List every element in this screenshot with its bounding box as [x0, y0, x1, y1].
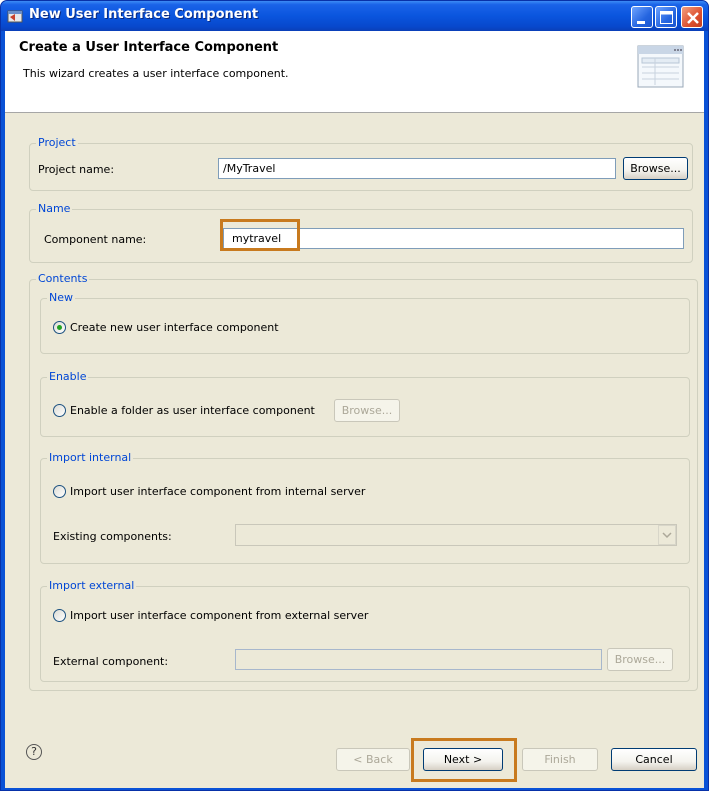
import-internal-label[interactable]: Import user interface component from int… — [70, 485, 365, 498]
cancel-button[interactable]: Cancel — [611, 748, 697, 771]
component-name-label: Component name: — [44, 233, 147, 246]
name-group: Name Component name: mytravel — [29, 202, 693, 263]
minimize-icon — [637, 21, 645, 24]
project-group: Project Project name: /MyTravel Browse..… — [29, 136, 693, 191]
project-name-field[interactable]: /MyTravel — [218, 158, 616, 179]
wizard-footer: ? < Back Next > Finish Cancel — [5, 724, 704, 788]
import-external-radio[interactable] — [53, 609, 66, 622]
title-bar[interactable]: New User Interface Component — [1, 1, 708, 31]
create-new-label[interactable]: Create new user interface component — [70, 321, 279, 334]
import-external-label[interactable]: Import user interface component from ext… — [70, 609, 368, 622]
external-component-field[interactable] — [235, 649, 602, 670]
window-title: New User Interface Component — [29, 7, 259, 22]
wizard-form: Project Project name: /MyTravel Browse..… — [5, 114, 704, 724]
import-external-legend: Import external — [47, 579, 137, 593]
external-browse-button[interactable]: Browse... — [607, 648, 673, 671]
maximize-button[interactable] — [655, 6, 677, 28]
import-internal-group: Import internal Import user interface co… — [40, 451, 690, 564]
wizard-banner: Create a User Interface Component This w… — [5, 31, 704, 113]
enable-group: Enable Enable a folder as user interface… — [40, 370, 690, 437]
wizard-window: New User Interface Component Create a Us… — [0, 0, 709, 791]
import-internal-legend: Import internal — [47, 451, 134, 465]
ui-component-wizard-icon — [637, 45, 684, 88]
import-internal-radio[interactable] — [53, 485, 66, 498]
banner-description: This wizard creates a user interface com… — [23, 67, 289, 80]
enable-browse-button[interactable]: Browse... — [334, 399, 400, 422]
existing-components-select[interactable] — [235, 524, 677, 546]
help-icon[interactable]: ? — [26, 744, 42, 760]
finish-button[interactable]: Finish — [522, 748, 598, 771]
project-name-label: Project name: — [38, 163, 115, 176]
dialog-client-area: Create a User Interface Component This w… — [5, 31, 704, 788]
banner-title: Create a User Interface Component — [19, 40, 279, 55]
external-component-label: External component: — [53, 655, 169, 668]
project-legend: Project — [36, 136, 78, 150]
create-new-radio[interactable] — [53, 321, 66, 334]
enable-legend: Enable — [47, 370, 89, 384]
next-button-highlight — [411, 738, 517, 782]
app-icon — [7, 10, 23, 23]
contents-group: Contents New Create new user interface c… — [29, 272, 698, 691]
close-button[interactable] — [681, 6, 703, 28]
existing-components-label: Existing components: — [53, 530, 172, 543]
enable-folder-radio[interactable] — [53, 404, 66, 417]
new-group: New Create new user interface component — [40, 291, 690, 354]
new-legend: New — [47, 291, 75, 305]
import-external-group: Import external Import user interface co… — [40, 579, 690, 682]
maximize-icon — [660, 11, 673, 24]
name-legend: Name — [36, 202, 73, 216]
contents-legend: Contents — [36, 272, 90, 286]
enable-folder-label[interactable]: Enable a folder as user interface compon… — [70, 404, 315, 417]
chevron-down-icon — [658, 525, 676, 545]
close-icon — [687, 12, 699, 24]
back-button[interactable]: < Back — [336, 748, 410, 771]
minimize-button[interactable] — [631, 6, 653, 28]
component-name-highlight — [220, 219, 300, 251]
project-browse-button[interactable]: Browse... — [623, 157, 688, 180]
